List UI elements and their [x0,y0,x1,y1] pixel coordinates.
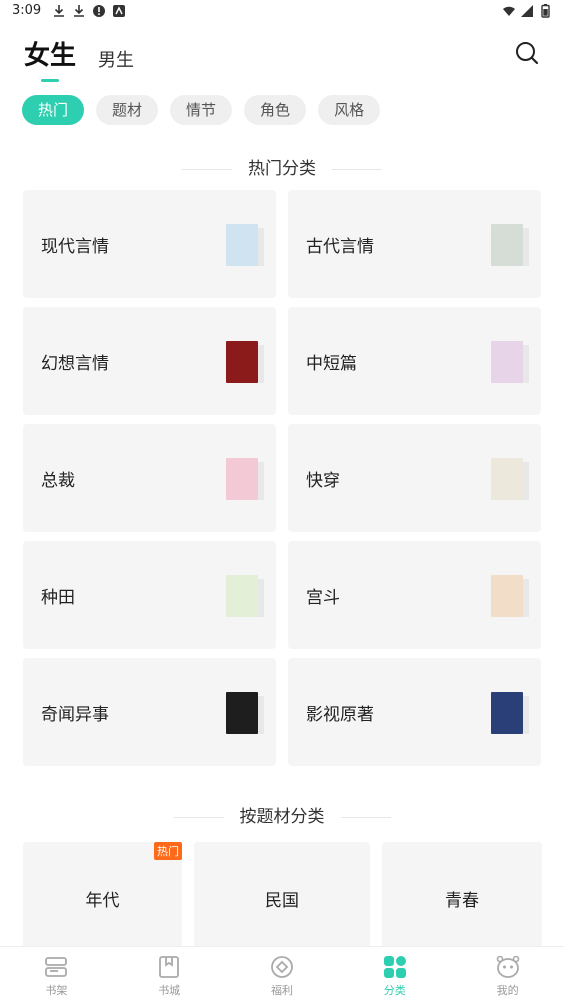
category-card-label: 现代言情 [41,237,109,257]
chip-style[interactable]: 风格 [318,95,381,125]
nav-welfare[interactable]: 福利 [226,947,339,1004]
gender-tabs: 女生 男生 [24,36,156,76]
category-card[interactable]: 奇闻异事 [23,658,276,766]
category-card[interactable]: 现代言情 [23,190,276,298]
app-notification-icon [113,5,125,17]
category-card-label: 奇闻异事 [41,705,109,725]
wifi-icon [503,6,515,16]
theme-card-label: 民国 [265,891,299,911]
book-cover-image [491,341,529,383]
status-bar: 3:09 [0,0,564,24]
category-card-label: 中短篇 [306,354,357,374]
theme-card-label: 年代 [85,891,120,911]
tab-male[interactable]: 男生 [98,46,134,76]
search-icon[interactable] [514,40,540,66]
profile-icon [496,955,519,978]
category-card[interactable]: 幻想言情 [23,307,276,415]
alert-icon [93,5,105,17]
category-card-label: 总裁 [41,471,75,491]
category-filter-chips: 热门 题材 情节 角色 风格 [22,95,381,125]
nav-bookstore[interactable]: 书城 [113,947,226,1004]
book-cover-image [226,224,264,266]
chip-plot[interactable]: 情节 [170,95,233,125]
theme-card[interactable]: 民国 [194,842,370,950]
hot-badge: 热门 [154,842,182,860]
theme-card[interactable]: 年代 热门 [23,842,182,950]
category-card-label: 种田 [41,588,75,608]
category-card-label: 影视原著 [306,705,374,725]
hot-section-heading: 热门分类 [0,154,564,179]
category-card[interactable]: 种田 [23,541,276,649]
category-card[interactable]: 总裁 [23,424,276,532]
download-icon [54,5,64,17]
category-icon [383,955,406,978]
download-icon [74,5,84,17]
hot-section-title: 热门分类 [248,159,316,179]
bookstore-icon [159,955,180,978]
category-card-label: 宫斗 [306,588,340,608]
chip-theme[interactable]: 题材 [96,95,159,125]
category-card-label: 快穿 [306,471,340,491]
book-cover-image [491,458,529,500]
nav-bookshelf[interactable]: 书架 [0,947,113,1004]
book-cover-image [226,341,264,383]
theme-category-grid: 年代 热门 民国 青春 [23,842,542,950]
category-card-label: 古代言情 [306,237,374,257]
category-card[interactable]: 宫斗 [288,541,541,649]
book-cover-image [226,692,264,734]
signal-icon [521,5,533,17]
category-card[interactable]: 古代言情 [288,190,541,298]
book-cover-image [491,575,529,617]
book-cover-image [491,692,529,734]
theme-card[interactable]: 青春 [382,842,542,950]
nav-category[interactable]: 分类 [338,947,451,1004]
category-card-label: 幻想言情 [41,354,109,374]
category-card[interactable]: 快穿 [288,424,541,532]
welfare-icon [271,955,293,978]
chip-hot[interactable]: 热门 [22,95,85,125]
theme-section-heading: 按题材分类 [0,802,564,827]
book-cover-image [226,575,264,617]
status-time: 3:09 [12,3,42,18]
bottom-navigation: 书架 书城 福利 分类 我的 [0,946,564,1004]
category-card[interactable]: 影视原著 [288,658,541,766]
theme-section-title: 按题材分类 [239,807,325,827]
book-cover-image [226,458,264,500]
category-card[interactable]: 中短篇 [288,307,541,415]
nav-profile[interactable]: 我的 [451,947,564,1004]
theme-card-label: 青春 [445,891,479,911]
hot-category-grid: 现代言情 古代言情幻想言情 中短篇总裁 快穿种田 宫斗奇闻异事 影视原著 [23,190,542,766]
bookshelf-icon [45,956,68,977]
chip-role[interactable]: 角色 [244,95,307,125]
battery-icon [541,4,550,18]
book-cover-image [491,224,529,266]
tab-female[interactable]: 女生 [24,35,76,76]
